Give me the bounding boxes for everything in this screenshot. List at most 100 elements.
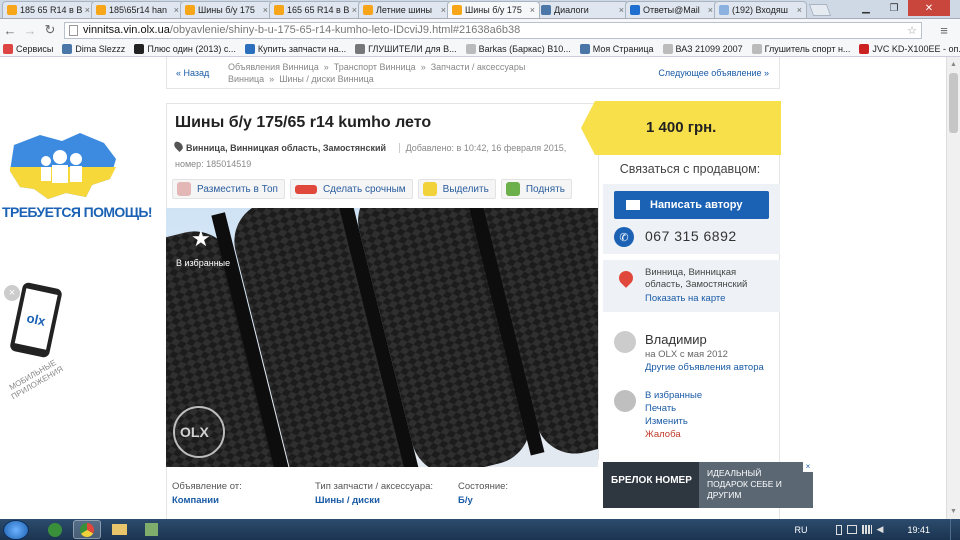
scroll-up-icon[interactable]: ▲	[950, 61, 957, 68]
signal-icon[interactable]	[861, 524, 872, 534]
browser-tab[interactable]: Шины б/у 175 ×	[180, 1, 273, 18]
breadcrumb-item[interactable]: Объявления Винница	[228, 62, 319, 72]
bookmark-icon	[465, 43, 476, 54]
show-map-link[interactable]: Показать на карте	[645, 293, 725, 304]
menu-icon[interactable]: ≡	[934, 23, 954, 38]
param-value[interactable]: Шины / диски	[315, 495, 455, 506]
close-tab-icon[interactable]: ×	[797, 5, 802, 15]
next-listing-link[interactable]: Следующее объявление »	[658, 68, 769, 78]
bookmark-item[interactable]: Barkas (Баркас) B10...	[465, 43, 571, 54]
browser-tab[interactable]: (192) Входяш ×	[714, 1, 807, 18]
other-ads-link[interactable]: Другие объявления автора	[645, 362, 764, 373]
close-tab-icon[interactable]: ×	[263, 5, 268, 15]
tab-label: 165 65 R14 в В	[287, 5, 350, 15]
close-tab-icon[interactable]: ×	[708, 5, 713, 15]
bookmark-item[interactable]: Купить запчасти на...	[244, 43, 346, 54]
marker-icon	[422, 182, 437, 196]
bump-up-button[interactable]: Поднять	[500, 179, 572, 199]
banner-left-text: БРЕЛОК НОМЕР	[611, 475, 692, 486]
language-indicator[interactable]: RU	[795, 525, 808, 535]
chrome-icon[interactable]	[73, 520, 101, 539]
close-tab-icon[interactable]: ×	[174, 5, 179, 15]
show-desktop-button[interactable]	[950, 519, 960, 540]
scroll-down-icon[interactable]: ▼	[950, 508, 957, 515]
up-arrow-icon	[505, 182, 520, 196]
breadcrumb-item[interactable]: Шины / диски Винница	[279, 74, 374, 84]
browser-tab[interactable]: Ответы@Mail ×	[625, 1, 718, 18]
favorite-label[interactable]: В избранные	[176, 258, 230, 268]
bookmark-item[interactable]: Глушитель спорт н...	[751, 43, 850, 54]
star-bookmark-icon[interactable]: ☆	[907, 24, 917, 37]
close-window-button[interactable]: ✕	[908, 0, 950, 16]
back-link[interactable]: « Назад	[176, 68, 209, 78]
browser-tab[interactable]: 185 65 R14 в В ×	[2, 1, 95, 18]
reload-icon[interactable]: ↻	[40, 22, 60, 38]
bookmark-item[interactable]: Dima Slezzz	[62, 43, 125, 54]
bookmark-label: ГЛУШИТЕЛИ для В...	[368, 43, 457, 54]
close-tab-icon[interactable]: ×	[530, 5, 535, 15]
phone-number[interactable]: 067 315 6892	[645, 228, 737, 244]
location-link[interactable]: Винница, Винницкая область, Замостянский	[186, 143, 386, 153]
maximize-button[interactable]: ❐	[881, 0, 907, 16]
volume-icon[interactable]: ◀	[877, 524, 884, 535]
bookmark-item[interactable]: Сервисы	[3, 43, 53, 54]
bookmark-item[interactable]: ГЛУШИТЕЛИ для В...	[355, 43, 457, 54]
pin-icon	[177, 182, 191, 196]
browser-tab[interactable]: Летние шины ×	[358, 1, 451, 18]
new-tab-button[interactable]	[808, 4, 832, 16]
browser-tab[interactable]: Шины б/у 175 ×	[447, 1, 540, 18]
app-icon[interactable]	[137, 520, 165, 539]
report-link[interactable]: Жалоба	[645, 429, 681, 440]
write-author-button[interactable]: Написать автору	[614, 191, 769, 219]
favorite-star-icon[interactable]: ★	[191, 228, 211, 250]
param-value[interactable]: Компании	[172, 495, 312, 506]
forward-arrow-icon[interactable]: →	[20, 23, 40, 38]
back-arrow-icon[interactable]: ←	[0, 23, 20, 38]
close-tab-icon[interactable]: ×	[619, 5, 624, 15]
listing-photo[interactable]: ★ В избранные OLX	[166, 208, 598, 467]
bookmark-item[interactable]: ВАЗ 21099 2007	[662, 43, 743, 54]
highlight-button[interactable]: Выделить	[417, 179, 496, 199]
tires-photo	[166, 208, 598, 467]
bookmark-item[interactable]: Плюс один (2013) с...	[134, 43, 236, 54]
bookmark-item[interactable]: Моя Страница	[579, 43, 654, 54]
clock[interactable]: 19:41	[907, 525, 930, 535]
scrollbar-thumb[interactable]	[949, 73, 958, 133]
page-scrollbar[interactable]: ▲ ▼	[946, 57, 960, 519]
avatar	[614, 331, 636, 353]
tab-label: Шины б/у 175	[198, 5, 255, 15]
mobile-app-ad[interactable]: olx МОБИЛЬНЫЕ ПРИЛОЖЕНИЯ	[8, 281, 70, 425]
browser-tab[interactable]: 185\65r14 han ×	[91, 1, 184, 18]
bookmark-icon	[134, 43, 145, 54]
param-value[interactable]: Б/у	[458, 495, 558, 506]
edit-link[interactable]: Изменить	[645, 416, 688, 427]
bookmark-label: Плюс один (2013) с...	[147, 43, 236, 54]
print-link[interactable]: Печать	[645, 403, 676, 414]
close-tab-icon[interactable]: ×	[85, 5, 90, 15]
mail-favicon-icon	[630, 5, 640, 15]
battery-icon[interactable]	[835, 524, 842, 535]
tab-label: 185 65 R14 в В	[20, 5, 83, 15]
ad-banner[interactable]: БРЕЛОК НОМЕР ИДЕАЛЬНЫЙ ПОДАРОК СЕБЕ И ДР…	[603, 462, 813, 508]
browser-tab[interactable]: 165 65 R14 в В ×	[269, 1, 362, 18]
network-icon[interactable]	[846, 524, 857, 534]
price: 1 400 грн.	[646, 119, 717, 136]
top-placement-button[interactable]: Разместить в Топ	[172, 179, 285, 199]
add-favorite-link[interactable]: В избранные	[645, 390, 702, 401]
help-banner[interactable]: ТРЕБУЕТСЯ ПОМОЩЬ!	[0, 127, 153, 227]
bookmark-item[interactable]: JVC KD-X100EE - оп...	[859, 43, 960, 54]
explorer-folder-icon[interactable]	[105, 520, 133, 539]
close-tab-icon[interactable]: ×	[352, 5, 357, 15]
close-tab-icon[interactable]: ×	[441, 5, 446, 15]
url-host: vinnitsa.vin.olx.ua	[83, 24, 170, 36]
url-field[interactable]: vinnitsa.vin.olx.ua/obyavlenie/shiny-b-u…	[64, 21, 922, 39]
ad-choices-icon[interactable]: ×	[803, 462, 813, 472]
browser-tab[interactable]: Диалоги ×	[536, 1, 629, 18]
media-player-icon[interactable]	[41, 520, 69, 539]
tab-label: Диалоги	[554, 5, 589, 15]
minimize-button[interactable]: ▁	[852, 0, 880, 16]
listing-number: номер: 185014519	[175, 159, 252, 169]
make-urgent-button[interactable]: Сделать срочным	[289, 179, 413, 199]
breadcrumb-item[interactable]: Транспорт Винница	[334, 62, 416, 72]
start-button[interactable]	[3, 519, 29, 540]
